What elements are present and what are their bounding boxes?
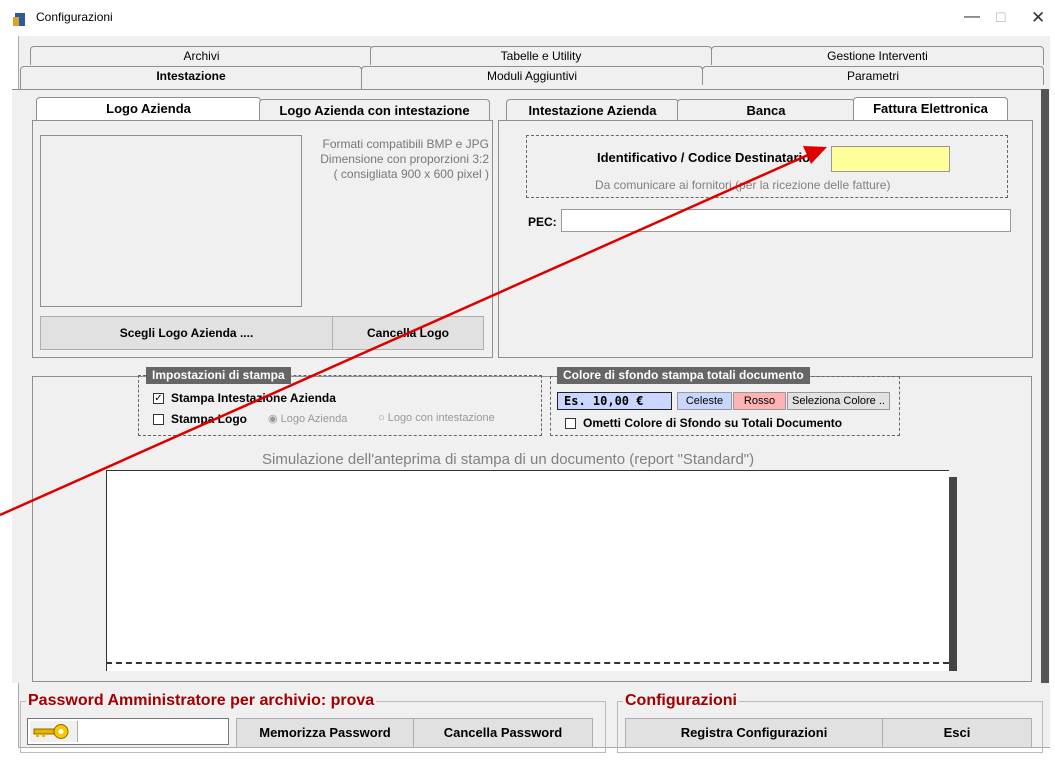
hint-line: Formati compatibili BMP e JPG	[322, 137, 490, 151]
tab-label: Moduli Aggiuntivi	[486, 69, 578, 83]
pec-label: PEC:	[528, 215, 557, 229]
tab-intestazione[interactable]: Intestazione	[20, 66, 362, 90]
radio-label: Logo con intestazione	[387, 412, 495, 424]
print-preview	[106, 470, 949, 671]
print-preview-cut-line	[106, 662, 949, 664]
app-icon	[13, 13, 25, 26]
print-logo-label: Stampa Logo	[171, 412, 248, 426]
tab-moduli-aggiuntivi[interactable]: Moduli Aggiuntivi	[361, 66, 703, 85]
exit-button[interactable]: Esci	[882, 718, 1032, 748]
background-color-legend: Colore di sfondo stampa totali documento	[557, 367, 810, 384]
color-sample: Es. 10,00 €	[557, 392, 672, 410]
window-title: Configurazioni	[36, 10, 113, 24]
save-password-button[interactable]: Memorizza Password	[236, 718, 414, 748]
tab-label: Intestazione Azienda	[528, 103, 657, 118]
password-group-title: Password Amministratore per archivio: pr…	[26, 692, 377, 710]
celeste-button[interactable]: Celeste	[677, 392, 732, 410]
radio-logo-azienda[interactable]: ◉ Logo Azienda	[268, 412, 347, 425]
hint-line: Dimensione con proporzioni 3:2	[320, 152, 489, 166]
recipient-code-input[interactable]	[831, 146, 950, 172]
config-group-title: Configurazioni	[623, 692, 739, 710]
key-icon	[30, 721, 78, 742]
logo-format-hint: Formati compatibili BMP e JPG Dimensione…	[303, 137, 489, 182]
tab-label: Logo Azienda	[106, 101, 191, 116]
print-header-label: Stampa Intestazione Azienda	[171, 391, 336, 405]
tab-logo-azienda[interactable]: Logo Azienda	[36, 97, 261, 121]
omit-color-checkbox[interactable]	[565, 418, 576, 429]
tab-fattura-elettronica[interactable]: Fattura Elettronica	[853, 97, 1008, 121]
tab-label: Banca	[746, 103, 786, 118]
preview-title: Simulazione dell'anteprima di stampa di …	[262, 451, 755, 468]
radio-label: Logo Azienda	[280, 413, 348, 425]
delete-logo-button[interactable]: Cancella Logo	[332, 316, 484, 350]
recipient-code-label: Identificativo / Codice Destinatario:	[597, 150, 815, 165]
tab-archivi[interactable]: Archivi	[30, 46, 373, 65]
pec-input[interactable]	[561, 209, 1011, 232]
tab-label: Archivi	[183, 49, 220, 63]
delete-password-button[interactable]: Cancella Password	[413, 718, 593, 748]
password-input[interactable]	[27, 718, 229, 745]
choose-logo-button[interactable]: Scegli Logo Azienda ....	[40, 316, 333, 350]
omit-color-label: Ometti Colore di Sfondo su Totali Docume…	[583, 416, 843, 430]
tab-parametri[interactable]: Parametri	[702, 66, 1044, 85]
print-header-checkbox[interactable]: ✓	[153, 393, 164, 404]
panel-edge	[1041, 89, 1049, 683]
print-preview-shadow	[949, 477, 957, 671]
hint-line: ( consigliata 900 x 600 pixel )	[333, 167, 489, 181]
tab-logo-azienda-intestazione[interactable]: Logo Azienda con intestazione	[259, 99, 490, 121]
rosso-button[interactable]: Rosso	[733, 392, 786, 410]
tab-label: Parametri	[846, 69, 899, 83]
tab-label: Intestazione	[156, 69, 226, 83]
tab-intestazione-azienda[interactable]: Intestazione Azienda	[506, 99, 679, 121]
recipient-code-hint: Da comunicare ai fornitori (per la ricez…	[595, 178, 891, 192]
tab-label: Fattura Elettronica	[873, 101, 988, 116]
save-config-button[interactable]: Registra Configurazioni	[625, 718, 883, 748]
maximize-button[interactable]: ☐	[995, 10, 1007, 26]
print-settings-legend: Impostazioni di stampa	[146, 367, 291, 384]
logo-preview	[40, 135, 302, 307]
select-color-button[interactable]: Seleziona Colore ..	[787, 392, 890, 410]
print-settings-group	[138, 375, 542, 436]
print-logo-checkbox[interactable]	[153, 414, 164, 425]
radio-logo-intestazione[interactable]: ○ Logo con intestazione	[378, 412, 495, 424]
tab-tabelle-utility[interactable]: Tabelle e Utility	[370, 46, 712, 65]
title-bar: Configurazioni — ☐ ✕	[0, 0, 1055, 36]
minimize-button[interactable]: —	[964, 8, 980, 26]
tab-banca[interactable]: Banca	[677, 99, 855, 121]
close-button[interactable]: ✕	[1031, 8, 1045, 28]
tab-label: Logo Azienda con intestazione	[279, 103, 470, 118]
tab-gestione-interventi[interactable]: Gestione Interventi	[711, 46, 1044, 65]
tab-label: Tabelle e Utility	[500, 49, 582, 63]
tab-label: Gestione Interventi	[827, 49, 928, 63]
